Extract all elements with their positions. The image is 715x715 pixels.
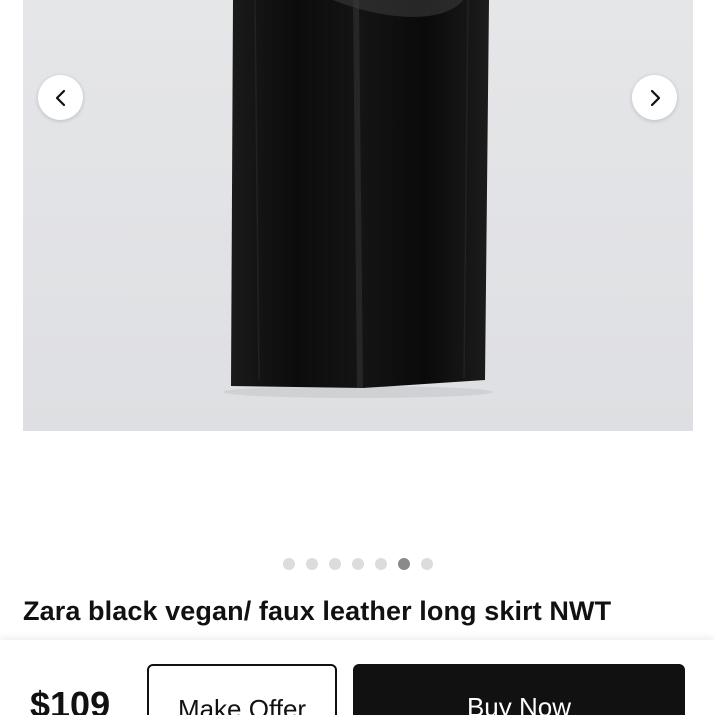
- carousel-dot[interactable]: [329, 558, 341, 570]
- carousel-dot[interactable]: [375, 558, 387, 570]
- buy-now-button[interactable]: Buy Now: [353, 664, 685, 715]
- carousel-dot[interactable]: [398, 558, 410, 570]
- product-image[interactable]: [23, 0, 693, 431]
- chevron-right-icon: [650, 89, 660, 106]
- carousel-prev-button[interactable]: [38, 75, 83, 120]
- carousel-dot[interactable]: [306, 558, 318, 570]
- carousel-dot[interactable]: [421, 558, 433, 570]
- carousel-next-button[interactable]: [632, 75, 677, 120]
- purchase-bar: $109 Make Offer Buy Now: [0, 640, 715, 715]
- make-offer-button[interactable]: Make Offer: [147, 664, 337, 715]
- skirt-illustration: [223, 0, 493, 398]
- carousel-dot[interactable]: [283, 558, 295, 570]
- listing-price: $109: [30, 684, 111, 715]
- carousel-dot[interactable]: [352, 558, 364, 570]
- listing-title: Zara black vegan/ faux leather long skir…: [23, 596, 612, 626]
- carousel-pagination: [283, 558, 433, 570]
- chevron-left-icon: [55, 89, 65, 106]
